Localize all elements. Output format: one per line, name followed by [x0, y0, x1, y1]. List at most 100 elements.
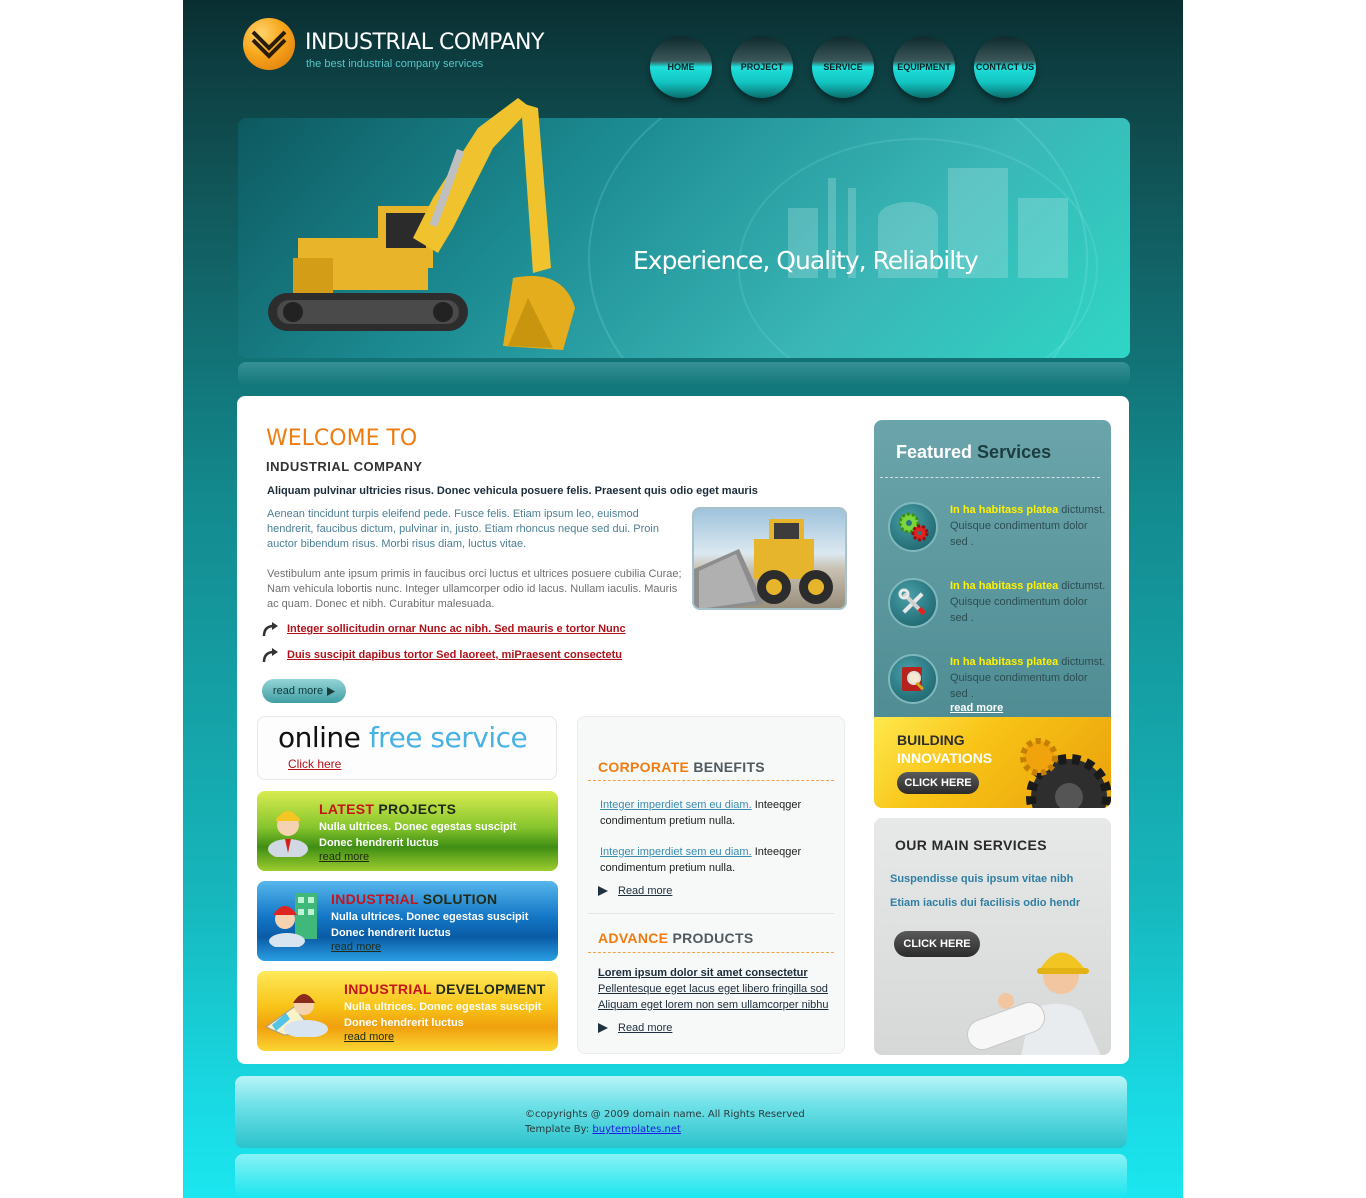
- nav-project[interactable]: PROJECT: [731, 36, 793, 98]
- corporate-item-1-link[interactable]: Integer imperdiet sem eu diam.: [600, 799, 752, 811]
- building-click-here-label: CLICK HERE: [904, 777, 972, 789]
- main-content: WELCOME TO INDUSTRIAL COMPANY Aliquam pu…: [237, 396, 1129, 1064]
- footer-credit-prefix: Template By:: [525, 1124, 593, 1135]
- engineer-image: [967, 952, 1101, 1055]
- building-line-2: INNOVATIONS: [897, 750, 993, 766]
- engineer-building-icon: [269, 893, 317, 947]
- featured-item-3-text: In ha habitass platea dictumst. Quisque …: [950, 654, 1106, 702]
- banner-reflection: [238, 362, 1130, 386]
- welcome-link-1[interactable]: Integer sollicitudin ornar Nunc ac nibh.…: [287, 623, 626, 635]
- featured-item-1-text: In ha habitass platea dictumst. Quisque …: [950, 502, 1106, 550]
- industrial-solution-box[interactable]: INDUSTRIAL SOLUTION Nulla ultrices. Done…: [257, 881, 558, 961]
- featured-item-3-highlight: In ha habitass platea: [950, 656, 1059, 668]
- corporate-item-1: Integer imperdiet sem eu diam. Inteeqger…: [600, 797, 825, 829]
- industrial-development-title: INDUSTRIAL DEVELOPMENT: [344, 981, 546, 997]
- industrial-development-title-red: INDUSTRIAL: [344, 981, 432, 997]
- featured-services-title: Featured Services: [896, 442, 1051, 463]
- corporate-item-2-link[interactable]: Integer imperdiet sem eu diam.: [600, 846, 752, 858]
- industrial-solution-title-red: INDUSTRIAL: [331, 891, 419, 907]
- advance-products-list: Lorem ipsum dolor sit amet consectetur P…: [598, 965, 838, 1013]
- corporate-title-orange: CORPORATE: [598, 759, 690, 775]
- tools-icon: [888, 578, 938, 628]
- nav-project-label: PROJECT: [740, 62, 784, 72]
- advance-products-title: ADVANCE PRODUCTS: [598, 930, 753, 946]
- site-title: INDUSTRIAL COMPANY: [305, 30, 544, 55]
- industrial-solution-read-more[interactable]: read more: [331, 941, 381, 953]
- featured-item-2-highlight: In ha habitass platea: [950, 580, 1059, 592]
- corporate-benefits-title: CORPORATE BENEFITS: [598, 759, 765, 775]
- divider: [880, 477, 1100, 478]
- corporate-panel: CORPORATE BENEFITS Integer imperdiet sem…: [577, 716, 845, 1054]
- building-innovations-title: BUILDING INNOVATIONS: [897, 731, 992, 767]
- read-more-label: read more: [272, 685, 324, 697]
- footer-template-link[interactable]: buytemplates.net: [592, 1124, 681, 1135]
- industrial-solution-title: INDUSTRIAL SOLUTION: [331, 891, 497, 907]
- corporate-read-more-row: Read more: [598, 885, 672, 897]
- worker-icon: [268, 811, 308, 857]
- featured-item-1-highlight: In ha habitass platea: [950, 504, 1059, 516]
- advance-read-more-row: Read more: [598, 1022, 672, 1034]
- book-search-icon: [888, 654, 938, 704]
- corporate-title-grey: BENEFITS: [693, 759, 765, 775]
- featured-title-dark: Services: [977, 442, 1052, 462]
- latest-projects-text: Nulla ultrices. Donec egestas suscipit D…: [319, 819, 516, 851]
- advance-read-more-link[interactable]: Read more: [618, 1022, 672, 1034]
- industrial-development-line-1: Nulla ultrices. Donec egestas suscipit: [344, 1001, 542, 1013]
- nav-equipment[interactable]: EQUIPMENT: [893, 36, 955, 98]
- advance-title-orange: ADVANCE: [598, 930, 669, 946]
- main-services-panel: OUR MAIN SERVICES Suspendisse quis ipsum…: [874, 818, 1111, 1055]
- industrial-development-read-more[interactable]: read more: [344, 1031, 394, 1043]
- advance-line-3[interactable]: Aliquam eget lorem non sem ullamcorper n…: [598, 997, 838, 1013]
- featured-item-2-text: In ha habitass platea dictumst. Quisque …: [950, 578, 1106, 626]
- advance-line-2[interactable]: Pellentesque eget lacus eget libero frin…: [598, 981, 838, 997]
- building-click-here-button[interactable]: CLICK HERE: [897, 772, 979, 794]
- wheel-loader-image: [692, 507, 847, 610]
- featured-read-more-link[interactable]: read more: [950, 702, 1003, 714]
- nav-contact-us[interactable]: CONTACT US: [974, 36, 1036, 98]
- welcome-heading: WELCOME TO: [266, 426, 418, 451]
- industrial-development-box[interactable]: INDUSTRIAL DEVELOPMENT Nulla ultrices. D…: [257, 971, 558, 1051]
- welcome-link-2[interactable]: Duis suscipit dapibus tortor Sed laoreet…: [287, 649, 622, 661]
- online-click-here-link[interactable]: Click here: [288, 757, 341, 771]
- footer-credit: Template By: buytemplates.net: [525, 1124, 681, 1135]
- architect-icon: [264, 994, 328, 1037]
- online-service-title: online free service: [278, 721, 528, 754]
- welcome-paragraph-2: Vestibulum ante ipsum primis in faucibus…: [267, 568, 682, 610]
- footer-reflection: [235, 1154, 1127, 1198]
- logo-icon[interactable]: [243, 18, 295, 70]
- online-title-dark: online: [278, 721, 361, 754]
- advance-line-1[interactable]: Lorem ipsum dolor sit amet consectetur: [598, 965, 838, 981]
- latest-projects-line-2: Donec hendrerit luctus: [319, 837, 439, 849]
- main-services-title: OUR MAIN SERVICES: [895, 837, 1048, 853]
- latest-projects-box[interactable]: LATEST PROJECTS Nulla ultrices. Donec eg…: [257, 791, 558, 871]
- welcome-paragraph-1: Aenean tincidunt turpis eleifend pede. F…: [267, 508, 659, 550]
- featured-services-panel: Featured Services In ha habitass platea …: [874, 420, 1111, 720]
- corporate-read-more-link[interactable]: Read more: [618, 885, 672, 897]
- arrow-right-icon: [598, 886, 608, 896]
- industrial-development-title-dark: DEVELOPMENT: [435, 981, 546, 997]
- curved-arrow-icon: [262, 622, 278, 637]
- industrial-solution-title-dark: SOLUTION: [422, 891, 498, 907]
- industrial-solution-text: Nulla ultrices. Donec egestas suscipit D…: [331, 909, 528, 941]
- footer-copyright: ©copyrights @ 2009 domain name. All Righ…: [525, 1109, 805, 1120]
- building-innovations-banner: BUILDING INNOVATIONS CLICK HERE: [874, 717, 1111, 808]
- play-arrow-icon: [327, 686, 336, 696]
- featured-title-white: Featured: [896, 442, 973, 462]
- online-service-box: online free service Click here: [257, 716, 557, 780]
- divider: [588, 952, 834, 953]
- online-title-light: free service: [368, 721, 528, 754]
- gear-icon: [1020, 738, 1111, 808]
- read-more-button[interactable]: read more: [262, 679, 346, 703]
- page: INDUSTRIAL COMPANY the best industrial c…: [183, 0, 1183, 1198]
- gears-icon: [888, 502, 938, 552]
- nav-service[interactable]: SERVICE: [812, 36, 874, 98]
- nav-home[interactable]: HOME: [650, 36, 712, 98]
- site-tagline: the best industrial company services: [306, 58, 484, 70]
- main-service-item-2[interactable]: Etiam iaculis dui facilisis odio hendr: [890, 897, 1080, 909]
- industrial-development-line-2: Donec hendrerit luctus: [344, 1017, 464, 1029]
- advance-title-grey: PRODUCTS: [672, 930, 754, 946]
- latest-projects-title-red: LATEST: [319, 801, 375, 817]
- latest-projects-read-more[interactable]: read more: [319, 851, 369, 863]
- main-service-item-1[interactable]: Suspendisse quis ipsum vitae nibh: [890, 873, 1073, 885]
- divider: [588, 913, 834, 914]
